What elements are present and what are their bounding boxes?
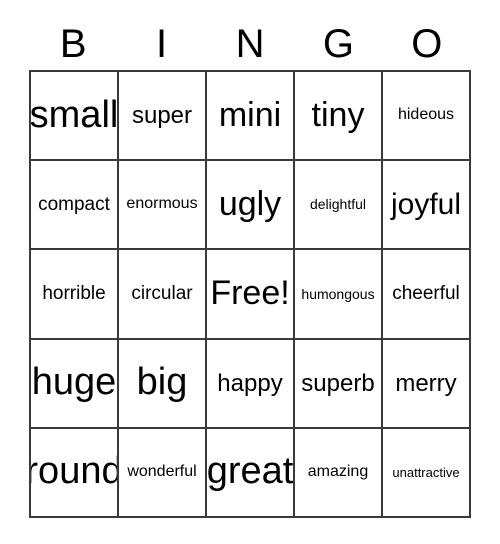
bingo-cell[interactable]: compact	[31, 161, 119, 251]
bingo-cell[interactable]: circular	[119, 250, 207, 340]
bingo-header-letter-o: O	[411, 22, 443, 66]
bingo-cell-label: merry	[395, 369, 457, 397]
bingo-cell[interactable]: ugly	[207, 161, 295, 251]
bingo-cell[interactable]: great	[207, 428, 295, 518]
bingo-cell[interactable]: wonderful	[119, 428, 207, 518]
bingo-cell-label: delightful	[309, 196, 367, 213]
bingo-header-letter-b: B	[59, 22, 87, 66]
bingo-cell-label: Free!	[210, 274, 290, 313]
bingo-cell-label: horrible	[42, 283, 106, 305]
bingo-cell[interactable]: small	[31, 72, 119, 162]
bingo-cell-label: mini	[218, 95, 282, 134]
bingo-cell[interactable]: hideous	[383, 72, 471, 162]
bingo-cell[interactable]: super	[119, 72, 207, 162]
bingo-header-letter-g: G	[322, 22, 354, 66]
bingo-cell-label: wonderful	[127, 462, 197, 480]
bingo-cell-label: super	[131, 102, 193, 129]
bingo-cell[interactable]: horrible	[31, 250, 119, 340]
bingo-cell-label: cheerful	[392, 283, 460, 305]
bingo-cell[interactable]: round	[31, 428, 119, 518]
bingo-cell-label: happy	[217, 369, 283, 397]
bingo-cell-label: small	[31, 93, 119, 136]
bingo-cell-label: humongous	[301, 285, 375, 302]
bingo-cell[interactable]: big	[119, 339, 207, 429]
bingo-cell-free[interactable]: Free!	[207, 250, 295, 340]
bingo-cell-label: big	[136, 361, 188, 404]
bingo-cell[interactable]: joyful	[383, 161, 471, 251]
bingo-cell-label: amazing	[307, 462, 369, 480]
bingo-cell-label: unattractive	[392, 464, 460, 480]
bingo-cell[interactable]: mini	[207, 72, 295, 162]
bingo-header-letter-i: I	[156, 22, 168, 66]
bingo-header: B I N G O	[29, 18, 471, 70]
bingo-cell-label: hideous	[397, 106, 455, 124]
bingo-cell-label: round	[31, 450, 119, 493]
bingo-cell-label: tiny	[311, 95, 365, 134]
bingo-cell-label: joyful	[390, 188, 462, 222]
bingo-cell[interactable]: merry	[383, 339, 471, 429]
bingo-cell[interactable]: delightful	[295, 161, 383, 251]
bingo-cell[interactable]: tiny	[295, 72, 383, 162]
bingo-cell[interactable]: happy	[207, 339, 295, 429]
bingo-cell[interactable]: cheerful	[383, 250, 471, 340]
bingo-card: B I N G O small super mini tiny hideous compa…	[0, 0, 500, 544]
bingo-cell[interactable]: amazing	[295, 428, 383, 518]
bingo-cell-label: superb	[301, 369, 375, 397]
bingo-cell[interactable]: unattractive	[383, 428, 471, 518]
bingo-cell[interactable]: superb	[295, 339, 383, 429]
bingo-cell[interactable]: enormous	[119, 161, 207, 251]
bingo-cell-label: compact	[38, 193, 110, 215]
bingo-cell-label: great	[207, 450, 294, 493]
bingo-header-letter-n: N	[235, 22, 265, 66]
bingo-cell[interactable]: huge	[31, 339, 119, 429]
bingo-grid: small super mini tiny hideous compact enormous…	[29, 70, 471, 518]
bingo-cell-label: ugly	[218, 184, 282, 223]
bingo-cell[interactable]: humongous	[295, 250, 383, 340]
bingo-cell-label: enormous	[126, 195, 198, 213]
bingo-cell-label: huge	[31, 361, 117, 404]
bingo-cell-label: circular	[131, 283, 193, 305]
